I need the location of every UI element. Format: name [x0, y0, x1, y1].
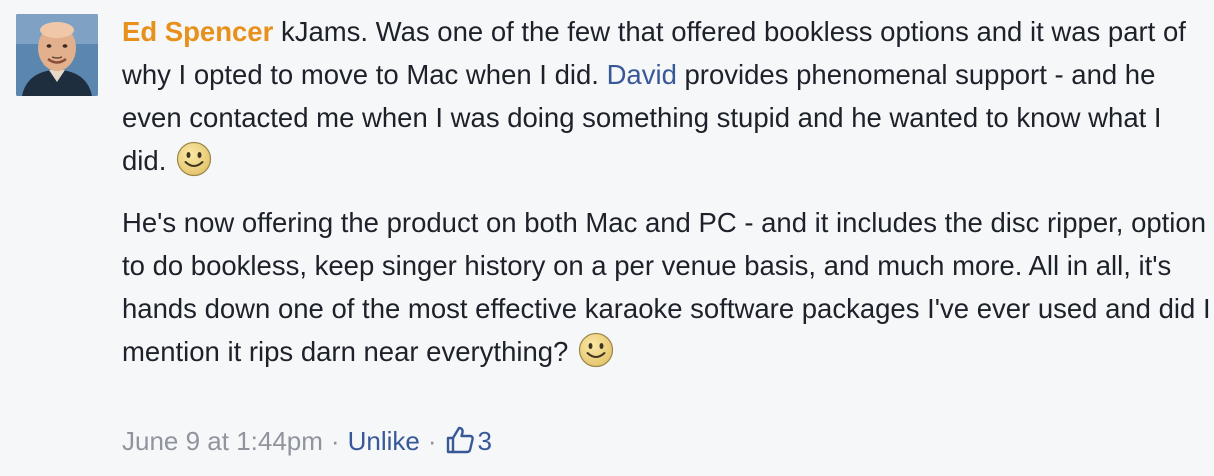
author-name[interactable]: Ed Spencer: [122, 16, 273, 47]
like-count-button[interactable]: 3: [445, 426, 492, 456]
timestamp[interactable]: June 9 at 1:44pm: [122, 426, 323, 456]
comment-meta: June 9 at 1:44pm · Unlike · 3: [122, 422, 492, 460]
smile-emoji-icon: [578, 332, 614, 368]
avatar[interactable]: [16, 14, 98, 96]
separator: ·: [330, 426, 340, 456]
separator: ·: [427, 426, 437, 456]
mention-link[interactable]: David: [607, 59, 677, 90]
comment: Ed Spencer kJams. Was one of the few tha…: [0, 0, 1214, 476]
smile-emoji-icon: [176, 141, 212, 177]
comment-paragraph-1: Ed Spencer kJams. Was one of the few tha…: [122, 10, 1212, 182]
comment-body: Ed Spencer kJams. Was one of the few tha…: [122, 10, 1212, 373]
like-count: 3: [477, 426, 492, 456]
comment-paragraph-2: He's now offering the product on both Ma…: [122, 201, 1212, 373]
comment-text-part-3: He's now offering the product on both Ma…: [122, 207, 1211, 367]
unlike-button[interactable]: Unlike: [348, 426, 420, 456]
thumbs-up-icon: [446, 426, 474, 454]
